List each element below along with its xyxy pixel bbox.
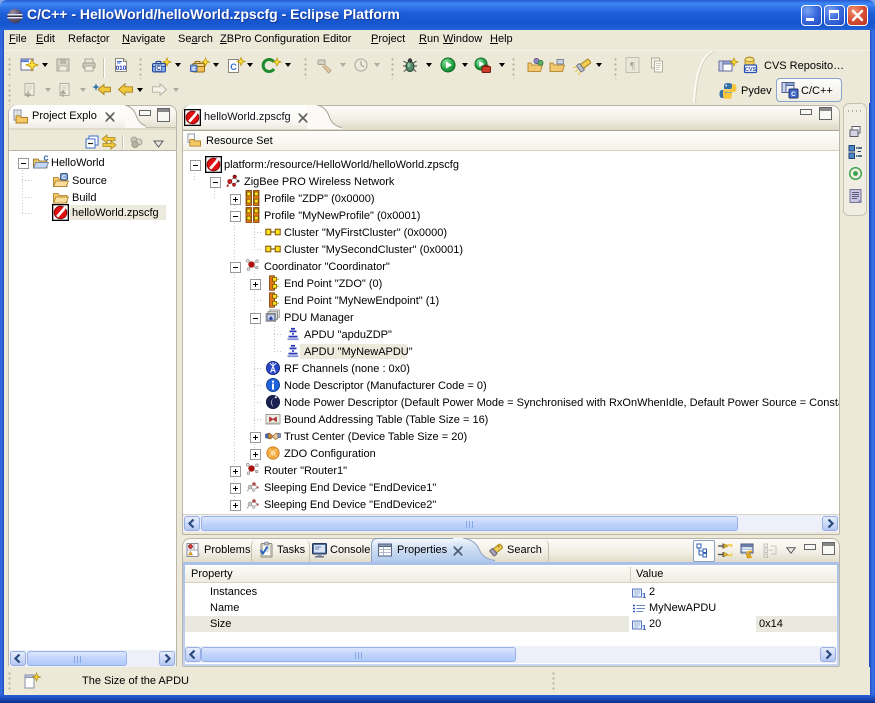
svg-text:C: C <box>791 91 796 98</box>
svg-text:C: C <box>230 62 237 72</box>
svg-text:C: C <box>156 66 161 72</box>
svg-text:010: 010 <box>116 65 127 72</box>
svg-text:C: C <box>62 175 66 181</box>
svg-text:¶: ¶ <box>630 60 635 72</box>
svg-text:CVS: CVS <box>745 67 757 73</box>
svg-text:C: C <box>44 156 49 163</box>
